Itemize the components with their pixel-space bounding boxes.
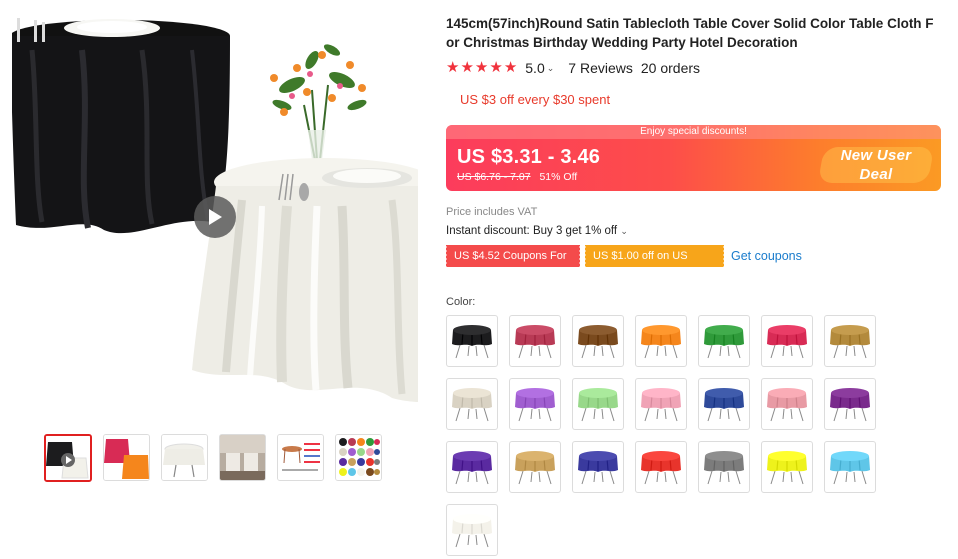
tablecloth-swatch-image xyxy=(704,451,744,485)
get-coupons-link[interactable]: Get coupons xyxy=(731,249,802,263)
play-icon xyxy=(209,209,222,225)
color-swatch-8[interactable] xyxy=(446,378,498,430)
thumb-image xyxy=(46,436,90,480)
coupon-badge-2[interactable]: US $1.00 off on US $9.00 xyxy=(584,245,724,284)
color-swatch-19[interactable] xyxy=(698,441,750,493)
price-banner: Enjoy special discounts! US $3.31 - 3.46… xyxy=(446,125,941,191)
color-swatch-13[interactable] xyxy=(761,378,813,430)
tablecloth-swatch-image xyxy=(515,451,555,485)
tablecloth-swatch-image xyxy=(641,325,681,359)
thumbnail-4[interactable] xyxy=(219,434,266,481)
current-price: US $3.31 - 3.46 xyxy=(457,146,601,168)
tablecloth-swatch-image xyxy=(830,325,870,359)
star-icon: ★ xyxy=(489,59,503,76)
thumbnail-1[interactable] xyxy=(44,434,92,482)
main-product-image[interactable] xyxy=(12,10,418,420)
color-label: Color: xyxy=(446,296,476,308)
play-video-button[interactable] xyxy=(194,196,236,238)
thumb-image xyxy=(336,435,381,480)
coupon-badge-1[interactable]: US $4.52 Coupons For You xyxy=(445,245,580,284)
thumbnail-2[interactable] xyxy=(103,434,150,481)
tablecloth-swatch-image xyxy=(767,388,807,422)
chevron-down-icon[interactable]: ⌄ xyxy=(547,63,555,74)
tablecloth-swatch-image xyxy=(578,388,618,422)
original-price: US $6.76 - 7.07 xyxy=(457,171,531,183)
tablecloth-swatch-image xyxy=(515,388,555,422)
color-swatch-2[interactable] xyxy=(509,315,561,367)
tablecloth-swatch-image xyxy=(704,325,744,359)
coupons-row: US $4.52 Coupons For You US $1.00 off on… xyxy=(445,245,802,284)
color-swatch-10[interactable] xyxy=(572,378,624,430)
star-icon: ★ xyxy=(460,59,474,76)
orders-count: 20 orders xyxy=(640,60,701,76)
thumbnail-6[interactable] xyxy=(335,434,382,481)
tablecloth-swatch-image xyxy=(830,388,870,422)
tablecloth-swatch-image xyxy=(767,451,807,485)
color-swatch-11[interactable] xyxy=(635,378,687,430)
color-swatch-12[interactable] xyxy=(698,378,750,430)
thumbnail-3[interactable] xyxy=(161,434,208,481)
thumb-image xyxy=(104,435,149,480)
color-swatch-5[interactable] xyxy=(698,315,750,367)
color-swatch-4[interactable] xyxy=(635,315,687,367)
product-title: 145cm(57inch)Round Satin Tablecloth Tabl… xyxy=(446,16,934,50)
thumb-image xyxy=(278,435,323,480)
chevron-down-icon: ⌄ xyxy=(620,226,628,236)
tablecloth-swatch-image xyxy=(515,325,555,359)
reviews-link[interactable]: 7 Reviews xyxy=(568,60,633,76)
color-swatch-21[interactable] xyxy=(824,441,876,493)
instant-discount[interactable]: Instant discount: Buy 3 get 1% off ⌄ xyxy=(446,225,628,237)
color-swatch-17[interactable] xyxy=(572,441,624,493)
tablecloth-swatch-image xyxy=(578,325,618,359)
banner-label: Enjoy special discounts! xyxy=(446,125,941,139)
product-info: 145cm(57inch)Round Satin Tablecloth Tabl… xyxy=(445,14,946,556)
original-price-row: US $6.76 - 7.07 51% Off xyxy=(457,171,577,183)
vat-note: Price includes VAT xyxy=(446,206,538,218)
rating-stars: ★ ★ ★ ★ ★ xyxy=(446,60,517,76)
color-swatch-20[interactable] xyxy=(761,441,813,493)
tablecloth-swatch-image xyxy=(452,451,492,485)
rating-value[interactable]: 5.0 xyxy=(525,60,544,76)
tablecloth-swatch-image xyxy=(452,388,492,422)
star-icon: ★ xyxy=(474,59,489,76)
tablecloth-swatch-image xyxy=(452,514,492,548)
color-swatch-3[interactable] xyxy=(572,315,624,367)
new-user-line2: Deal xyxy=(859,166,893,183)
color-swatch-grid xyxy=(446,315,876,556)
discount-percent: 51% Off xyxy=(539,171,578,183)
color-swatch-9[interactable] xyxy=(509,378,561,430)
tablecloth-swatch-image xyxy=(704,388,744,422)
tablecloth-swatch-image xyxy=(578,451,618,485)
color-swatch-6[interactable] xyxy=(761,315,813,367)
store-discount[interactable]: US $3 off every $30 spent xyxy=(460,92,946,107)
color-swatch-22[interactable] xyxy=(446,504,498,556)
tablecloth-swatch-image xyxy=(830,451,870,485)
thumb-image xyxy=(162,435,207,480)
tablecloth-swatch-image xyxy=(767,325,807,359)
rating-row: ★ ★ ★ ★ ★ 5.0 ⌄ 7 Reviews 20 orders xyxy=(446,60,946,77)
tablecloth-swatch-image xyxy=(452,325,492,359)
tablecloth-swatch-image xyxy=(641,388,681,422)
color-swatch-18[interactable] xyxy=(635,441,687,493)
new-user-line1: New User xyxy=(840,147,912,164)
color-swatch-15[interactable] xyxy=(446,441,498,493)
color-swatch-1[interactable] xyxy=(446,315,498,367)
color-swatch-14[interactable] xyxy=(824,378,876,430)
color-swatch-16[interactable] xyxy=(509,441,561,493)
thumbnail-5[interactable] xyxy=(277,434,324,481)
star-icon: ★ xyxy=(446,59,460,76)
star-icon: ★ xyxy=(503,59,518,76)
thumbnail-strip xyxy=(44,434,382,482)
new-user-deal-badge[interactable]: New User Deal xyxy=(811,139,941,191)
tablecloth-swatch-image xyxy=(641,451,681,485)
instant-discount-text: Instant discount: Buy 3 get 1% off xyxy=(446,225,618,237)
color-swatch-7[interactable] xyxy=(824,315,876,367)
thumb-image xyxy=(220,435,265,480)
